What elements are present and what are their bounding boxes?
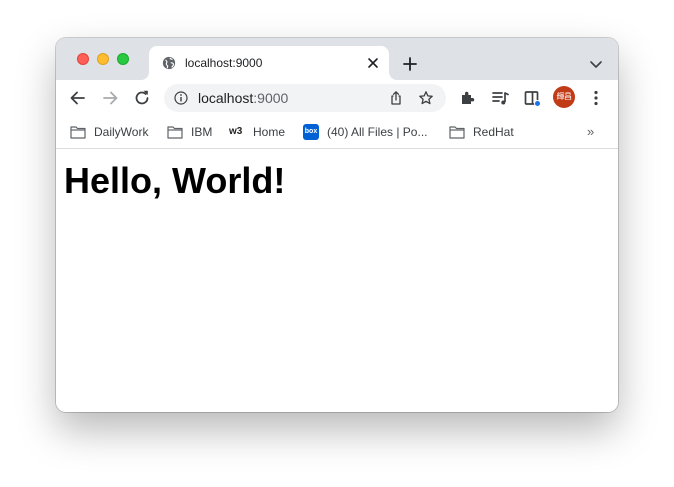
tab-active[interactable]: localhost:9000 — [149, 46, 389, 80]
page-content: Hello, World! — [56, 149, 618, 412]
profile-avatar[interactable]: 輝昌 — [553, 86, 575, 108]
w3-icon: w3 — [229, 126, 243, 137]
browser-window: localhost:9000 localhost:9000 輝昌 DailyWo… — [56, 38, 618, 412]
bookmark-star-icon[interactable] — [418, 90, 434, 106]
more-vertical-icon[interactable] — [586, 88, 606, 108]
url-port: :9000 — [253, 90, 289, 106]
zoom-window-button[interactable] — [117, 53, 129, 65]
side-panel-icon[interactable] — [522, 88, 542, 108]
bookmark-home[interactable]: w3 Home — [229, 122, 291, 142]
browser-toolbar: localhost:9000 輝昌 — [56, 80, 618, 116]
extensions-puzzle-icon[interactable] — [458, 88, 478, 108]
close-window-button[interactable] — [77, 53, 89, 65]
tab-strip: localhost:9000 — [56, 38, 618, 80]
reading-list-icon[interactable] — [490, 88, 510, 108]
back-arrow-icon[interactable] — [68, 88, 88, 108]
new-tab-icon[interactable] — [400, 54, 420, 74]
bookmark-folder-ibm[interactable]: IBM — [167, 122, 217, 142]
folder-icon — [70, 126, 86, 139]
bookmark-folder-dailywork[interactable]: DailyWork — [70, 122, 156, 142]
bookmark-label: DailyWork — [94, 125, 149, 139]
close-tab-icon[interactable] — [365, 55, 381, 71]
url-text[interactable]: localhost:9000 — [198, 90, 288, 106]
share-icon[interactable] — [388, 90, 404, 106]
minimize-window-button[interactable] — [97, 53, 109, 65]
forward-arrow-icon[interactable] — [100, 88, 120, 108]
bookmark-label: RedHat — [473, 125, 514, 139]
chevron-down-icon[interactable] — [588, 56, 604, 72]
url-host: localhost — [198, 90, 254, 106]
bookmarks-bar: DailyWork IBM w3 Home box (40) All Files… — [56, 116, 618, 149]
bookmark-label: IBM — [191, 125, 213, 139]
bookmarks-overflow-chevron-icon[interactable]: » — [587, 122, 594, 142]
box-icon: box — [303, 124, 319, 140]
bookmark-label: (40) All Files | Po... — [327, 125, 428, 139]
bookmark-box-all-files[interactable]: box (40) All Files | Po... — [303, 122, 437, 142]
bookmark-label: Home — [253, 125, 286, 139]
bookmark-folder-redhat[interactable]: RedHat — [449, 122, 519, 142]
folder-icon — [449, 126, 465, 139]
folder-icon — [167, 126, 183, 139]
globe-icon — [162, 56, 176, 70]
info-icon[interactable] — [174, 91, 188, 105]
reload-icon[interactable] — [132, 88, 152, 108]
tab-title: localhost:9000 — [185, 56, 263, 70]
address-bar[interactable]: localhost:9000 — [164, 84, 446, 112]
page-heading: Hello, World! — [64, 160, 286, 201]
